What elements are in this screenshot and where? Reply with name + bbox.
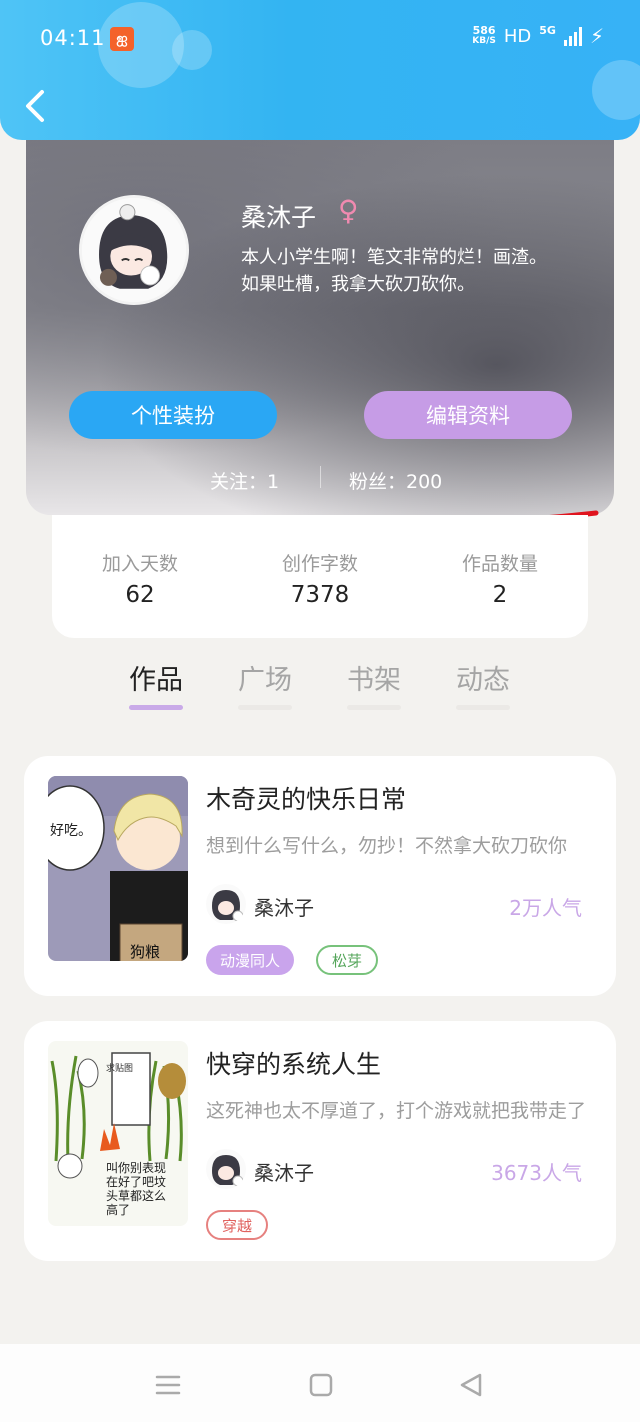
work-description: 想到什么写什么，勿抄！不然拿大砍刀砍你 — [206, 835, 568, 857]
tag-anime[interactable]: 动漫同人 — [206, 945, 295, 975]
cover-bubble-text: 好吃。 — [50, 823, 92, 839]
bio-line: 如果吐槽，我拿大砍刀砍你。 — [241, 274, 475, 295]
stat-value: 62 — [125, 582, 155, 608]
popularity-count: 3673人气 — [491, 1161, 582, 1185]
stat-label: 创作字数 — [281, 553, 358, 575]
avatar-illustration — [82, 198, 186, 302]
home-icon[interactable] — [306, 1371, 336, 1399]
cover-caption: 叫你别表现在好了吧坟头草都这么高了 — [106, 1161, 167, 1217]
work-title: 快穿的系统人生 — [206, 1050, 382, 1079]
back-button[interactable] — [20, 86, 52, 126]
menu-icon[interactable] — [153, 1371, 183, 1399]
author-avatar — [206, 1149, 246, 1189]
hd-indicator: HD — [503, 25, 532, 47]
username: 桑沐子 — [241, 203, 317, 232]
network-type: 5G — [539, 23, 556, 37]
tag-pine-bud[interactable]: 松芽 — [316, 945, 379, 975]
edit-profile-button[interactable]: 编辑资料 — [364, 391, 572, 439]
tab-indicator — [347, 705, 401, 710]
tab-indicator — [456, 705, 510, 710]
cover-sign-text: 狗粮 — [130, 943, 161, 961]
signal-icon — [563, 26, 582, 46]
stat-value: 7378 — [290, 582, 350, 608]
work-cover: 求贴图 叫你别表现在好了吧坟头草都这么高了 — [48, 1041, 188, 1226]
top-header: 04:11 ஐ 586 KB/S HD 5G ⚡ — [0, 0, 640, 140]
tab-active-indicator — [129, 705, 183, 710]
work-cover: 好吃。 狗粮 — [48, 776, 188, 961]
stat-works-count: 作品数量 2 — [440, 549, 560, 608]
author-name: 桑沐子 — [254, 1161, 314, 1185]
tab-plaza[interactable]: 广场 — [225, 658, 305, 697]
stat-word-count: 创作字数 7378 — [260, 549, 380, 608]
stat-join-days: 加入天数 62 — [80, 549, 200, 608]
tab-indicator — [238, 705, 292, 710]
status-indicators: 586 KB/S HD 5G ⚡ — [472, 23, 604, 49]
back-nav-icon[interactable] — [456, 1371, 486, 1399]
network-speed: 586 KB/S — [472, 24, 496, 46]
work-card[interactable]: 好吃。 狗粮 木奇灵的快乐日常 想到什么写什么，勿抄！不然拿大砍刀砍你 桑沐子 … — [24, 756, 616, 996]
tab-bookshelf[interactable]: 书架 — [334, 658, 414, 697]
fans-count[interactable]: 粉丝：200 — [349, 467, 442, 494]
back-arrow-icon — [26, 90, 44, 122]
author-avatar — [206, 884, 246, 924]
bio-line: 本人小学生啊！笔文非常的烂！画渣。 — [241, 247, 547, 268]
cover-sign-text: 求贴图 — [106, 1064, 134, 1074]
profile-card: 桑沐子 ♀ 本人小学生啊！笔文非常的烂！画渣。 如果吐槽，我拿大砍刀砍你。 个性… — [26, 140, 614, 515]
tab-updates[interactable]: 动态 — [443, 658, 523, 697]
dress-up-button[interactable]: 个性装扮 — [69, 391, 277, 439]
female-icon: ♀ — [338, 194, 359, 227]
following-count[interactable]: 关注：1 — [210, 467, 279, 494]
work-description: 这死神也太不厚道了，打个游戏就把我带走了 — [206, 1100, 586, 1122]
status-time: 04:11 — [40, 26, 106, 50]
stat-label: 作品数量 — [461, 553, 538, 575]
stat-value: 2 — [492, 582, 508, 608]
charging-icon: ⚡ — [589, 24, 604, 48]
app-notification-icon: ஐ — [110, 27, 134, 51]
author-name: 桑沐子 — [254, 896, 314, 920]
popularity-count: 2万人气 — [509, 896, 582, 920]
stat-label: 加入天数 — [101, 553, 178, 575]
tab-works[interactable]: 作品 — [116, 658, 196, 697]
stats-card: 加入天数 62 创作字数 7378 作品数量 2 — [52, 515, 588, 638]
work-card[interactable]: 求贴图 叫你别表现在好了吧坟头草都这么高了 快穿的系统人生 这死神也太不厚道了，… — [24, 1021, 616, 1261]
system-nav-bar — [0, 1344, 640, 1422]
avatar[interactable] — [79, 195, 189, 305]
bio: 本人小学生啊！笔文非常的烂！画渣。 如果吐槽，我拿大砍刀砍你。 — [241, 244, 581, 298]
work-title: 木奇灵的快乐日常 — [206, 785, 407, 814]
tag-time-travel[interactable]: 穿越 — [206, 1210, 269, 1240]
divider — [320, 466, 321, 488]
